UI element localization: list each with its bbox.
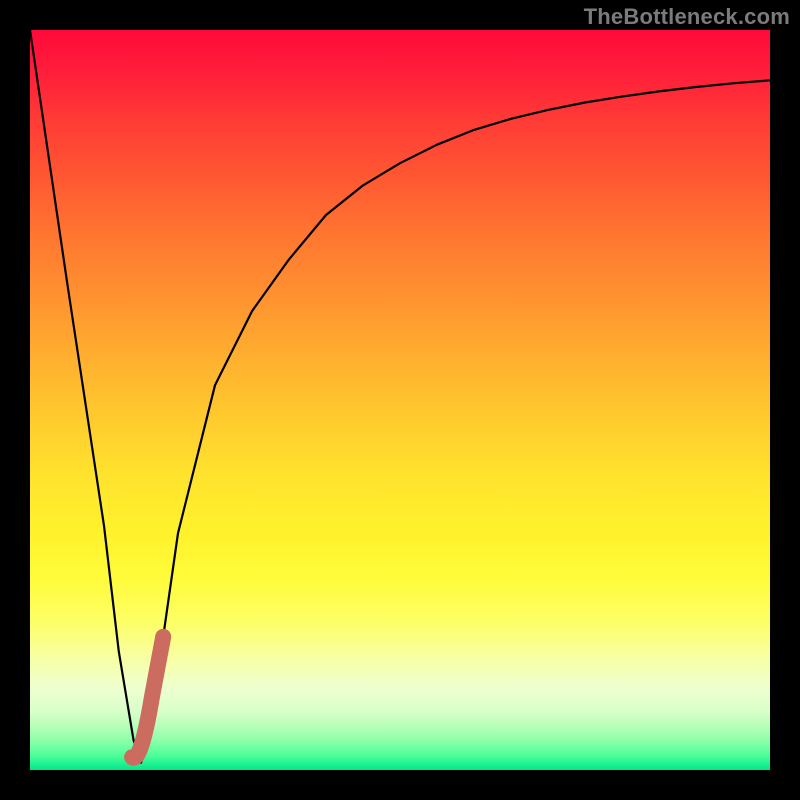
chart-frame: TheBottleneck.com: [0, 0, 800, 800]
watermark-text: TheBottleneck.com: [584, 4, 790, 30]
highlight-marker: [132, 637, 163, 758]
plot-area: [30, 30, 770, 770]
curve-svg: [30, 30, 770, 770]
bottleneck-curve-path: [30, 30, 770, 763]
